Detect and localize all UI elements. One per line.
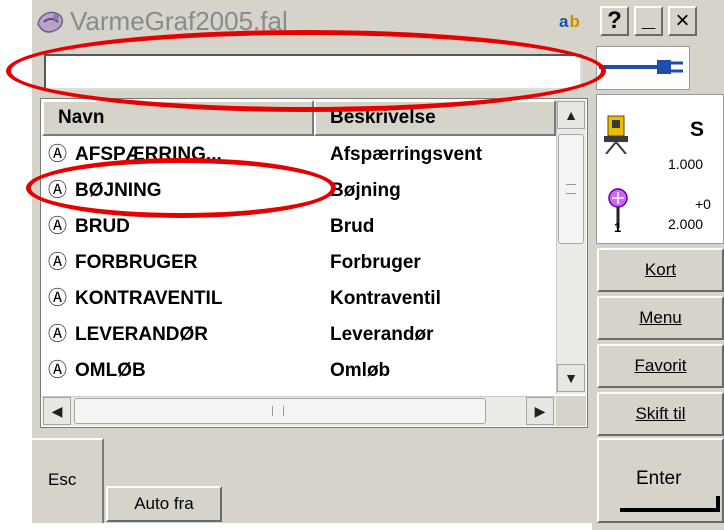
connection-status[interactable] [596,46,690,90]
total-station-icon [604,115,628,154]
table-row-name[interactable]: Ⓐ KONTRAVENTIL [48,284,320,314]
table-row-name[interactable]: Ⓐ FORBRUGER [48,248,320,278]
kort-button[interactable]: Kort [597,248,724,292]
app-logo-icon [37,11,63,33]
favorit-button[interactable]: Favorit [597,344,724,388]
table-row-description[interactable]: Afspærringsvent [330,140,556,170]
status-offset: +0 [695,196,711,212]
table-row-description[interactable]: Bøjning [330,176,556,206]
enter-key-icon [716,496,720,512]
table-row-name[interactable]: Ⓐ LEVERANDØR [48,320,320,350]
menu-button[interactable]: Menu [597,296,724,340]
close-button[interactable]: × [668,6,697,36]
grip-icon [272,406,284,416]
scroll-down-button[interactable]: ▼ [557,364,585,392]
scroll-up-button[interactable]: ▲ [557,101,585,129]
status-mode: S [690,118,705,141]
table-row-description[interactable]: Brud [330,212,556,242]
annotation-ellipse-bojning [26,158,336,218]
grip-icon [566,184,576,194]
esc-label: Esc [48,470,77,489]
minimize-button[interactable]: _ [634,6,663,36]
table-row-name[interactable]: Ⓐ OMLØB [48,356,320,394]
table-row-description[interactable]: Leverandør [330,320,556,350]
table-row-description[interactable]: Forbruger [330,248,556,278]
scrollbar-corner [556,396,586,426]
help-button[interactable]: ? [600,6,629,36]
status-value-2: 2.000 [668,216,704,232]
annotation-ellipse-search [6,30,606,112]
enter-key-icon [620,508,720,512]
enter-label: Enter [636,468,682,489]
plug-connected-icon [599,60,683,74]
status-one: 1 [614,220,622,235]
auto-fra-button[interactable]: Auto fra [106,486,222,522]
scroll-left-button[interactable]: ◀ [43,397,71,425]
table-row-description[interactable]: Kontraventil [330,284,556,314]
scroll-right-button[interactable]: ▶ [526,397,554,425]
skift-til-button[interactable]: Skift til [597,392,724,436]
status-value-1: 1.000 [668,156,704,172]
table-row-description[interactable]: Omløb [330,356,556,394]
input-mode-indicator[interactable]: ab [559,12,581,32]
